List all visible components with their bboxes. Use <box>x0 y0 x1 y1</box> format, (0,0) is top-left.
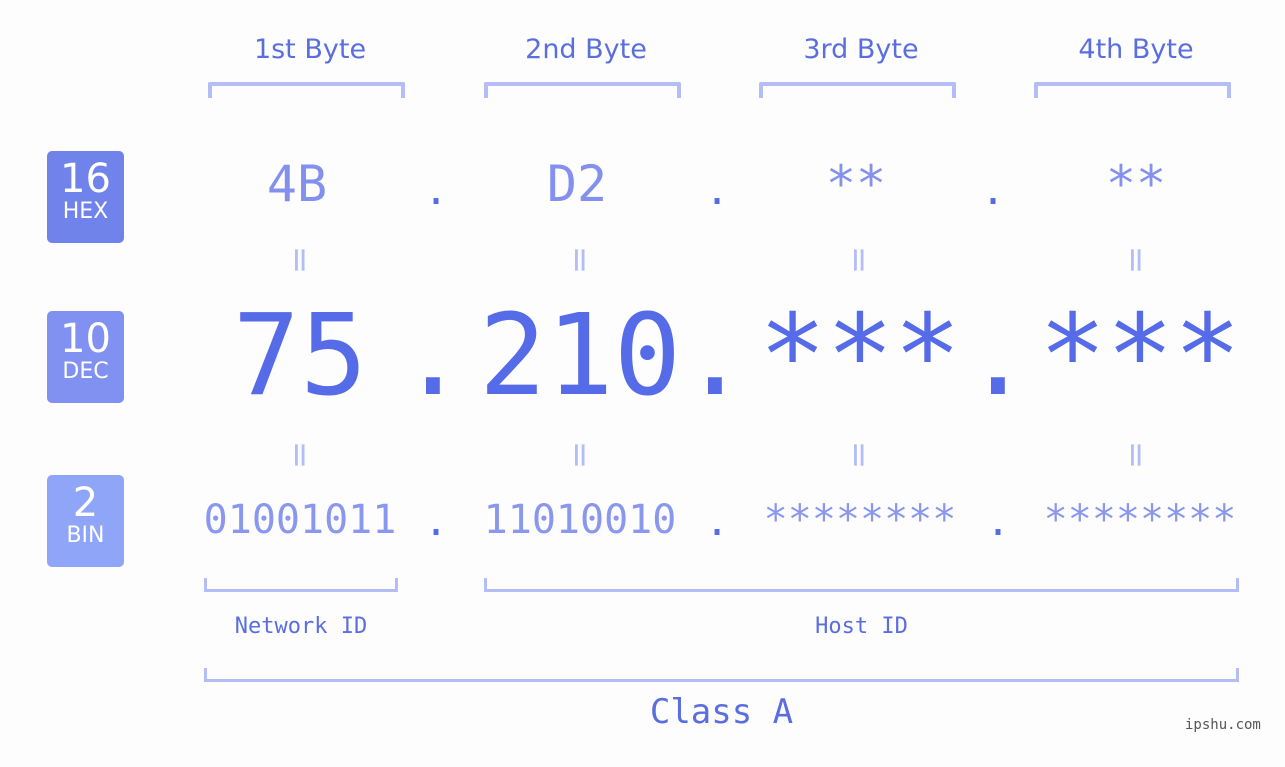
byte-bracket-3 <box>759 82 956 98</box>
bin-octet-4: ******** <box>1043 497 1237 543</box>
hex-badge-label: HEX <box>62 199 109 224</box>
bin-badge-label: BIN <box>66 523 105 548</box>
hex-dot-3: . <box>980 168 1006 214</box>
equals-sign: = <box>839 245 879 275</box>
equals-sign: = <box>280 245 320 275</box>
hex-badge: 16 HEX <box>47 151 124 243</box>
class-label: Class A <box>649 692 794 732</box>
hex-dot-2: . <box>704 168 730 214</box>
bin-badge: 2 BIN <box>47 475 124 567</box>
watermark: ipshu.com <box>1185 717 1261 733</box>
equals-sign: = <box>839 440 879 470</box>
byte-header-4: 4th Byte <box>1078 34 1194 65</box>
dec-octet-4: *** <box>1038 291 1242 421</box>
hex-badge-number: 16 <box>60 156 111 202</box>
host-id-bracket <box>484 578 1239 592</box>
byte-header-2: 2nd Byte <box>525 34 647 65</box>
byte-bracket-1 <box>208 82 405 98</box>
network-id-label: Network ID <box>234 614 368 639</box>
byte-bracket-4 <box>1034 82 1231 98</box>
equals-sign: = <box>280 440 320 470</box>
hex-dot-1: . <box>423 168 449 214</box>
bin-badge-number: 2 <box>72 480 99 526</box>
bin-octet-1: 01001011 <box>203 497 397 543</box>
bin-dot-3: . <box>985 499 1011 545</box>
dec-badge-number: 10 <box>60 316 111 362</box>
hex-octet-4: ** <box>1105 155 1167 213</box>
host-id-label: Host ID <box>815 614 908 639</box>
bin-dot-2: . <box>704 499 730 545</box>
bin-dot-1: . <box>423 499 449 545</box>
dec-octet-2: 210 <box>478 291 682 421</box>
byte-bracket-2 <box>484 82 681 98</box>
equals-sign: = <box>560 440 600 470</box>
bin-octet-3: ******** <box>763 497 957 543</box>
byte-header-3: 3rd Byte <box>803 34 919 65</box>
dec-octet-1: 75 <box>232 291 368 421</box>
bin-octet-2: 11010010 <box>483 497 677 543</box>
equals-sign: = <box>560 245 600 275</box>
equals-sign: = <box>1116 245 1156 275</box>
network-id-bracket <box>204 578 398 592</box>
byte-header-1: 1st Byte <box>253 34 367 65</box>
hex-octet-1: 4B <box>266 155 328 213</box>
equals-sign: = <box>1116 440 1156 470</box>
dec-octet-3: *** <box>758 291 962 421</box>
class-bracket <box>204 668 1239 682</box>
hex-octet-2: D2 <box>546 155 608 213</box>
dec-badge: 10 DEC <box>47 311 124 403</box>
dec-badge-label: DEC <box>62 359 109 384</box>
hex-octet-3: ** <box>825 155 887 213</box>
